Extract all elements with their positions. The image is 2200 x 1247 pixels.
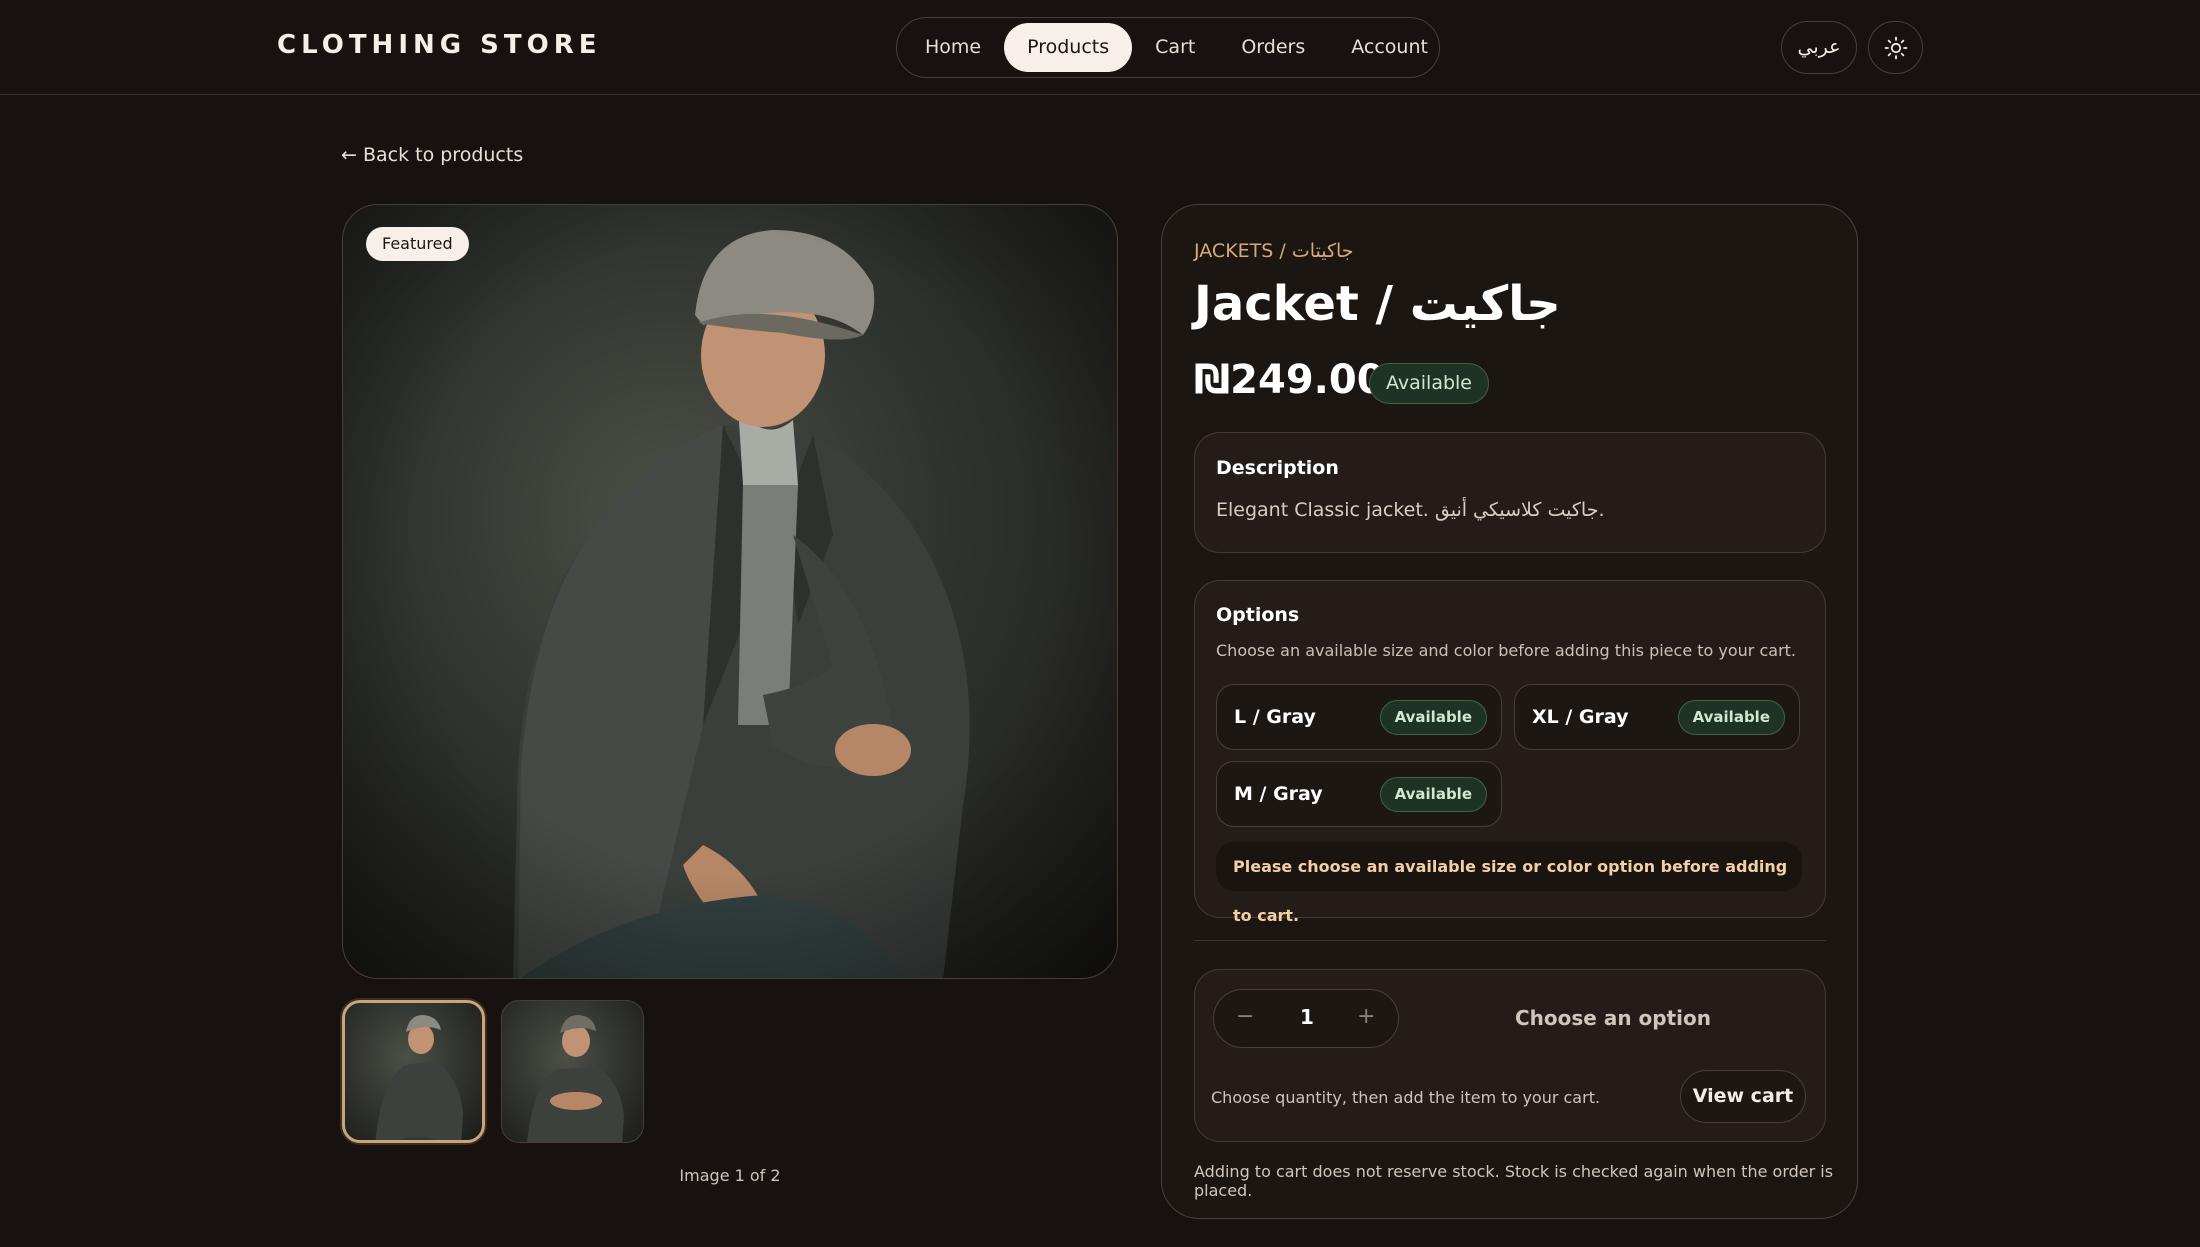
stock-note: Adding to cart does not reserve stock. S… [1194,1162,1834,1200]
variant-label: L / Gray [1234,706,1316,728]
options-heading: Options [1216,604,1300,626]
thumbnail-photo [527,1015,624,1142]
variant-status-badge: Available [1379,700,1487,735]
add-to-cart-button[interactable]: Choose an option [1515,1006,1711,1030]
availability-badge: Available [1369,363,1490,404]
product-main-image[interactable]: Featured [342,204,1118,979]
quantity-increase-button[interactable]: + [1357,1004,1375,1029]
site-header: CLOTHING STORE Home Products Cart Orders… [0,0,2200,95]
view-cart-button[interactable]: View cart [1680,1070,1806,1123]
product-category[interactable]: JACKETS / جاكيتات [1194,240,1354,262]
thumbnail-2[interactable] [501,1000,644,1143]
thumbnail-1[interactable] [342,1000,485,1143]
description-card: Description Elegant Classic jacket. جاكي… [1194,432,1826,553]
option-warning-message: Please choose an available size or color… [1216,842,1802,925]
product-photo [343,205,1117,978]
thumbnail-photo [375,1015,463,1140]
nav-account[interactable]: Account [1328,23,1451,72]
section-divider [1194,940,1826,941]
description-heading: Description [1216,457,1339,479]
brand-logo[interactable]: CLOTHING STORE [277,30,602,60]
variant-status-badge: Available [1379,777,1487,812]
language-toggle-button[interactable]: عربي [1781,21,1857,74]
purchase-card: − 1 + Choose an option Choose quantity, … [1194,969,1826,1142]
quantity-stepper: − 1 + [1213,989,1399,1048]
theme-toggle-button[interactable] [1868,21,1923,74]
nav-products[interactable]: Products [1004,23,1133,72]
variant-label: XL / Gray [1532,706,1629,728]
cart-hint-text: Choose quantity, then add the item to yo… [1211,1088,1601,1107]
nav-orders[interactable]: Orders [1218,23,1328,72]
description-text: Elegant Classic jacket. جاكيت كلاسيكي أن… [1216,499,1605,521]
options-card: Options Choose an available size and col… [1194,580,1826,925]
options-subtitle: Choose an available size and color befor… [1216,641,1796,660]
back-to-products-link[interactable]: ← Back to products [341,144,523,166]
variant-option-l-gray[interactable]: L / Gray Available [1216,684,1502,750]
featured-badge: Featured [366,227,469,261]
product-details-panel: JACKETS / جاكيتات Jacket / جاكيت ₪249.00… [1161,204,1858,1219]
main-nav: Home Products Cart Orders Account [896,17,1440,78]
variant-label: M / Gray [1234,783,1323,805]
variant-option-m-gray[interactable]: M / Gray Available [1216,761,1502,827]
variant-option-xl-gray[interactable]: XL / Gray Available [1514,684,1800,750]
nav-cart[interactable]: Cart [1132,23,1218,72]
product-title: Jacket / جاكيت [1194,276,1561,332]
sun-icon [1884,36,1907,59]
nav-home[interactable]: Home [902,23,1004,72]
image-counter: Image 1 of 2 [679,1166,781,1185]
product-price: ₪249.00 [1194,357,1385,403]
variant-status-badge: Available [1677,700,1785,735]
